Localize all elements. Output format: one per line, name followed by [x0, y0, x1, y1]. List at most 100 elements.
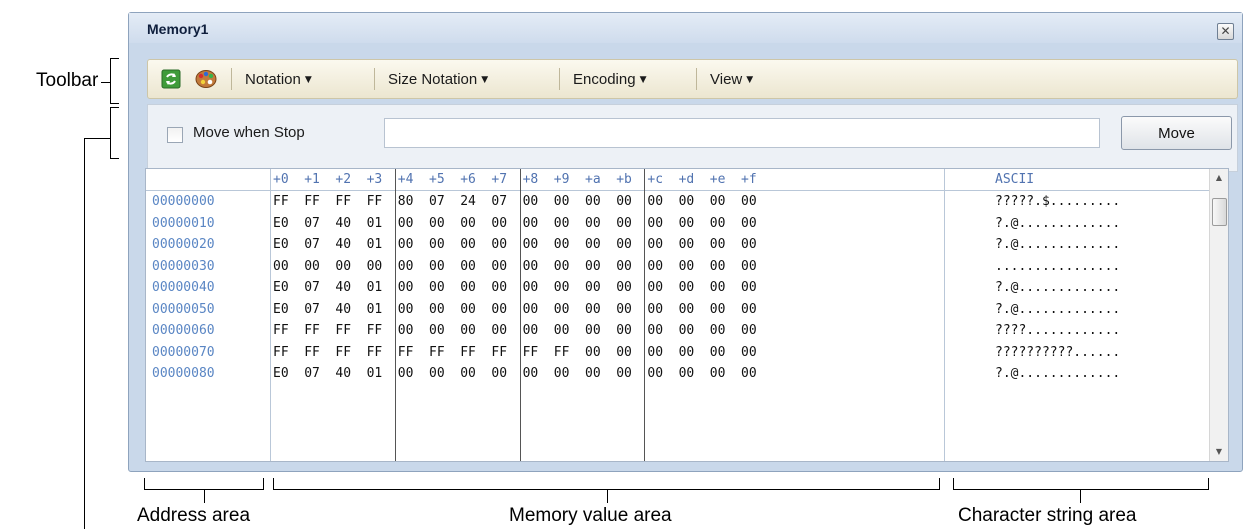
byte-cell[interactable]: 40: [335, 216, 351, 231]
size-notation-menu[interactable]: Size Notation ▼: [388, 71, 488, 88]
ascii-cell[interactable]: ?.@.............: [995, 302, 1120, 317]
byte-cell[interactable]: 00: [554, 259, 570, 274]
byte-cell[interactable]: 07: [304, 237, 320, 252]
byte-cell[interactable]: 00: [554, 280, 570, 295]
byte-cell[interactable]: 00: [491, 259, 507, 274]
byte-cell[interactable]: 00: [585, 237, 601, 252]
byte-cell[interactable]: 00: [710, 259, 726, 274]
byte-cell[interactable]: 00: [335, 259, 351, 274]
byte-cell[interactable]: 00: [398, 259, 414, 274]
byte-cell[interactable]: 00: [616, 366, 632, 381]
byte-cell[interactable]: 00: [523, 366, 539, 381]
notation-menu[interactable]: Notation ▼: [245, 71, 312, 88]
byte-cell[interactable]: 07: [304, 280, 320, 295]
byte-cell[interactable]: 00: [710, 302, 726, 317]
byte-cell[interactable]: 00: [710, 216, 726, 231]
byte-cell[interactable]: 00: [491, 302, 507, 317]
byte-cell[interactable]: 00: [679, 194, 695, 209]
byte-cell[interactable]: 07: [304, 366, 320, 381]
byte-cell[interactable]: 00: [273, 259, 289, 274]
byte-cell[interactable]: 00: [398, 280, 414, 295]
byte-cell[interactable]: 00: [523, 280, 539, 295]
ascii-cell[interactable]: ?.@.............: [995, 216, 1120, 231]
byte-cell[interactable]: 00: [429, 323, 445, 338]
byte-cell[interactable]: 00: [647, 259, 663, 274]
byte-cell[interactable]: 00: [585, 345, 601, 360]
byte-cell[interactable]: 00: [460, 259, 476, 274]
move-button[interactable]: Move: [1121, 116, 1232, 150]
byte-cell[interactable]: 00: [523, 259, 539, 274]
byte-cell[interactable]: 00: [741, 237, 757, 252]
byte-cell[interactable]: 00: [741, 345, 757, 360]
address-cell[interactable]: 00000050: [152, 302, 215, 317]
byte-cell[interactable]: 00: [710, 280, 726, 295]
byte-cell[interactable]: 01: [367, 366, 383, 381]
byte-cell[interactable]: FF: [335, 194, 351, 209]
byte-cell[interactable]: 00: [710, 194, 726, 209]
byte-cell[interactable]: 00: [741, 259, 757, 274]
byte-cell[interactable]: 00: [554, 237, 570, 252]
byte-cell[interactable]: 00: [616, 302, 632, 317]
byte-cell[interactable]: FF: [367, 323, 383, 338]
byte-cell[interactable]: E0: [273, 302, 289, 317]
byte-cell[interactable]: 00: [429, 366, 445, 381]
address-cell[interactable]: 00000070: [152, 345, 215, 360]
byte-cell[interactable]: 00: [460, 237, 476, 252]
byte-cell[interactable]: 00: [491, 323, 507, 338]
byte-cell[interactable]: 07: [491, 194, 507, 209]
address-cell[interactable]: 00000040: [152, 280, 215, 295]
scroll-down-icon[interactable]: ▼: [1210, 443, 1228, 461]
byte-cell[interactable]: 00: [647, 280, 663, 295]
move-when-stop-label[interactable]: Move when Stop: [193, 124, 305, 141]
address-cell[interactable]: 00000060: [152, 323, 215, 338]
byte-cell[interactable]: 00: [679, 366, 695, 381]
refresh-icon[interactable]: [161, 69, 181, 89]
byte-cell[interactable]: 00: [554, 366, 570, 381]
view-menu[interactable]: View ▼: [710, 71, 753, 88]
byte-cell[interactable]: 00: [585, 302, 601, 317]
byte-cell[interactable]: 00: [398, 323, 414, 338]
ascii-cell[interactable]: ?.@.............: [995, 366, 1120, 381]
byte-cell[interactable]: 07: [304, 302, 320, 317]
byte-cell[interactable]: FF: [429, 345, 445, 360]
byte-cell[interactable]: 00: [647, 302, 663, 317]
address-cell[interactable]: 00000020: [152, 237, 215, 252]
byte-cell[interactable]: 00: [460, 323, 476, 338]
byte-cell[interactable]: 00: [460, 216, 476, 231]
byte-cell[interactable]: 00: [616, 216, 632, 231]
color-palette-icon[interactable]: [195, 69, 217, 89]
byte-cell[interactable]: 40: [335, 366, 351, 381]
byte-cell[interactable]: 00: [367, 259, 383, 274]
ascii-cell[interactable]: ?.@.............: [995, 237, 1120, 252]
byte-cell[interactable]: 01: [367, 216, 383, 231]
byte-cell[interactable]: 00: [554, 323, 570, 338]
byte-cell[interactable]: 00: [491, 216, 507, 231]
byte-cell[interactable]: 00: [491, 280, 507, 295]
byte-cell[interactable]: 00: [460, 302, 476, 317]
byte-cell[interactable]: FF: [335, 323, 351, 338]
byte-cell[interactable]: E0: [273, 237, 289, 252]
address-cell[interactable]: 00000030: [152, 259, 215, 274]
byte-cell[interactable]: 00: [679, 259, 695, 274]
byte-cell[interactable]: FF: [367, 194, 383, 209]
byte-cell[interactable]: 40: [335, 280, 351, 295]
byte-cell[interactable]: 00: [460, 366, 476, 381]
byte-cell[interactable]: FF: [273, 323, 289, 338]
byte-cell[interactable]: 01: [367, 302, 383, 317]
byte-cell[interactable]: 00: [585, 194, 601, 209]
byte-cell[interactable]: 00: [741, 280, 757, 295]
byte-cell[interactable]: 00: [585, 280, 601, 295]
byte-cell[interactable]: FF: [491, 345, 507, 360]
byte-cell[interactable]: 00: [429, 259, 445, 274]
byte-cell[interactable]: 01: [367, 280, 383, 295]
address-input[interactable]: [384, 118, 1100, 148]
byte-cell[interactable]: 40: [335, 237, 351, 252]
scroll-up-icon[interactable]: ▲: [1210, 169, 1228, 187]
byte-cell[interactable]: 00: [585, 323, 601, 338]
scroll-thumb[interactable]: [1212, 198, 1227, 226]
byte-cell[interactable]: FF: [304, 323, 320, 338]
ascii-cell[interactable]: ................: [995, 259, 1120, 274]
byte-cell[interactable]: 00: [616, 280, 632, 295]
byte-cell[interactable]: 00: [647, 194, 663, 209]
byte-cell[interactable]: 00: [710, 345, 726, 360]
